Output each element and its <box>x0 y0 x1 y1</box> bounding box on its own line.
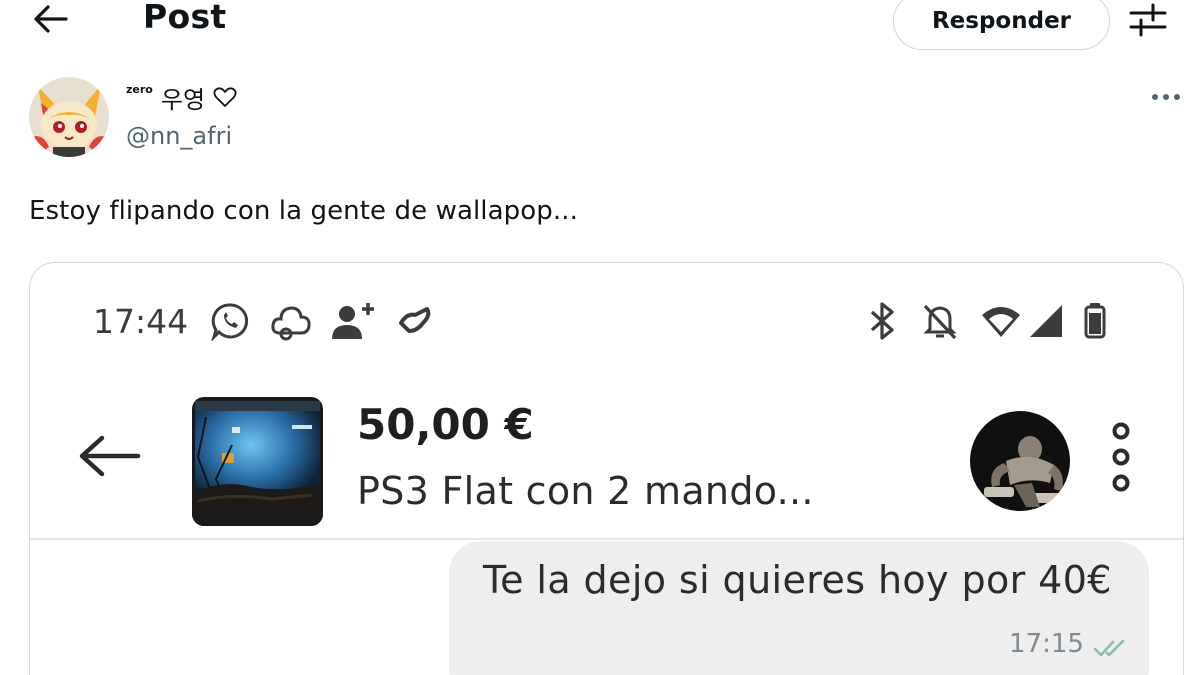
author-handle[interactable]: @nn_afri <box>126 122 232 150</box>
signal-icon <box>1030 305 1062 337</box>
wallapop-icon <box>399 307 431 333</box>
double-check-icon <box>1093 639 1125 657</box>
reply-button[interactable]: Responder <box>893 0 1110 50</box>
more-horizontal-icon[interactable] <box>1150 91 1182 103</box>
message-bubble[interactable]: Te la dejo si quieres hoy por 40€ 17:15 <box>449 541 1149 675</box>
item-title[interactable]: PS3 Flat con 2 mando... <box>357 469 814 513</box>
bodybuilder-photo-image <box>970 411 1070 511</box>
fox-avatar-icon <box>29 77 109 157</box>
post-text: Estoy flipando con la gente de wallapop.… <box>29 196 578 226</box>
item-price: 50,00 € <box>357 400 534 449</box>
battery-icon <box>1084 303 1106 339</box>
cloud-icon <box>271 306 311 341</box>
author-display-name: 우영 <box>160 85 206 114</box>
back-arrow-icon[interactable] <box>32 4 68 34</box>
wifi-icon <box>982 307 1020 337</box>
whatsapp-icon <box>211 303 249 341</box>
chat-divider <box>30 538 1183 540</box>
post-media-image[interactable]: 17:44 50,00 € PS3 Flat con 2 mando... Te… <box>29 262 1184 675</box>
author-name-prefix: zero <box>126 82 153 96</box>
person-add-icon <box>332 303 374 339</box>
sliders-icon[interactable] <box>1128 2 1168 38</box>
bluetooth-icon <box>870 302 894 340</box>
item-thumbnail[interactable] <box>192 397 323 526</box>
heart-outline-icon <box>213 87 237 107</box>
ps3-photo-image <box>192 397 323 526</box>
message-text: Te la dejo si quieres hoy por 40€ <box>483 558 1112 602</box>
author-avatar[interactable] <box>29 77 109 157</box>
status-time: 17:44 <box>93 302 189 341</box>
chat-back-arrow-icon[interactable] <box>77 435 141 477</box>
page-title: Post <box>143 0 227 36</box>
more-vertical-icon[interactable] <box>1107 421 1135 493</box>
seller-avatar[interactable] <box>970 411 1070 511</box>
bell-off-icon <box>923 304 957 340</box>
author-name[interactable]: zero 우영 <box>126 78 237 116</box>
message-time: 17:15 <box>1009 629 1084 659</box>
